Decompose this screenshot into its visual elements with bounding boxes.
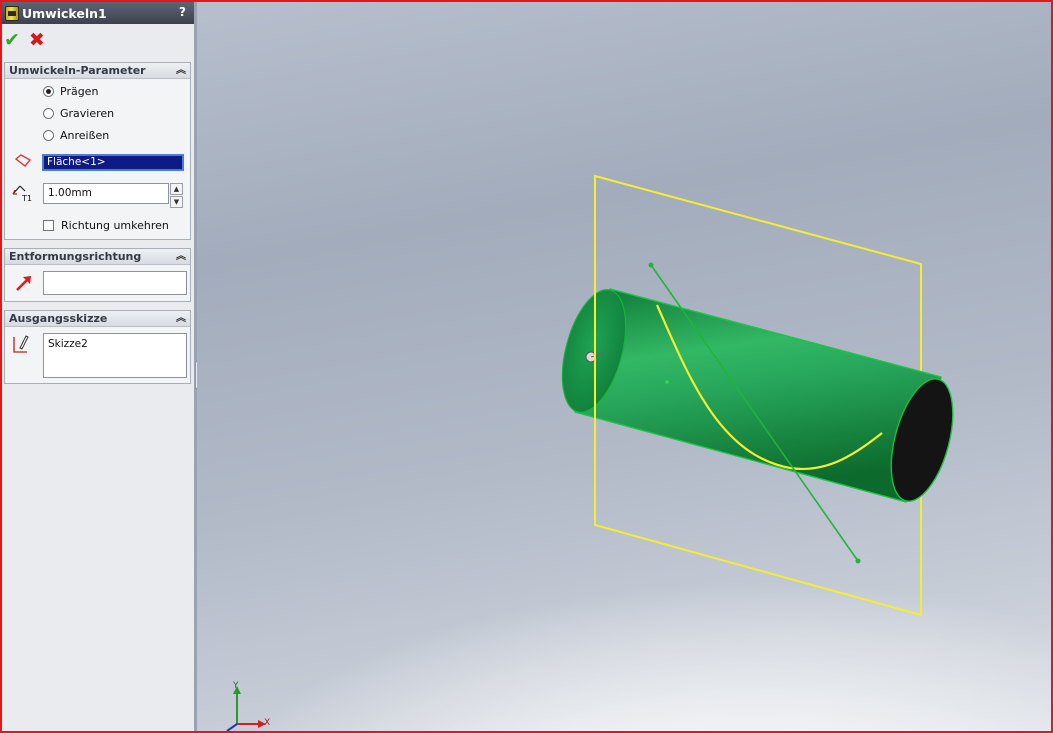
depth-input[interactable]: 1.00mm	[43, 183, 169, 204]
source-sketch-item[interactable]: Skizze2	[48, 338, 88, 350]
radio-deboss[interactable]	[43, 108, 54, 119]
option-scribe[interactable]: Anreißen	[43, 129, 109, 142]
ok-cancel-bar: ✔ ✖	[4, 30, 45, 50]
collapse-chevron-icon[interactable]: ︽	[176, 311, 186, 326]
option-deboss[interactable]: Gravieren	[43, 107, 114, 120]
option-emboss[interactable]: Prägen	[43, 85, 98, 98]
view-triad	[226, 686, 266, 731]
option-emboss-label: Prägen	[60, 85, 99, 98]
reverse-direction-label: Richtung umkehren	[61, 219, 169, 232]
pull-direction-header[interactable]: Entformungsrichtung ︽	[5, 249, 190, 265]
direction-arrow-icon	[16, 276, 31, 291]
triad-y-label: Y	[233, 681, 239, 691]
face-selection-box[interactable]: Fläche<1>	[42, 154, 184, 171]
source-sketch-header[interactable]: Ausgangsskizze ︽	[5, 311, 190, 327]
depth-spinner[interactable]: ▲ ▼	[170, 183, 184, 209]
triad-x-label: X	[264, 718, 271, 728]
origin-point	[665, 380, 669, 384]
line-endpoint[interactable]	[648, 262, 654, 268]
property-manager-panel: Umwickeln1 ? ✔ ✖ Umwickeln-Parameter ︽ P…	[2, 2, 194, 731]
spin-up-icon[interactable]: ▲	[170, 183, 183, 195]
pull-direction-title: Entformungsrichtung	[9, 250, 142, 263]
collapse-chevron-icon[interactable]: ︽	[176, 249, 186, 264]
pull-direction-group: Entformungsrichtung ︽	[4, 248, 191, 302]
property-manager-title-bar: Umwickeln1 ?	[2, 2, 194, 24]
depth-distance-icon: T1	[12, 185, 32, 202]
reverse-direction-option[interactable]: Richtung umkehren	[43, 219, 169, 232]
source-sketch-title: Ausgangsskizze	[9, 312, 108, 325]
ok-button[interactable]: ✔	[4, 30, 20, 50]
wrap-parameters-header[interactable]: Umwickeln-Parameter ︽	[5, 63, 190, 79]
sketch-icon	[13, 335, 29, 353]
source-sketch-group: Ausgangsskizze ︽ Skizze2	[4, 310, 191, 384]
wrap-parameters-group: Umwickeln-Parameter ︽ Prägen Gravieren A…	[4, 62, 191, 240]
svg-text:T1: T1	[21, 194, 32, 202]
cylinder-body[interactable]	[574, 288, 942, 503]
pull-direction-field[interactable]	[43, 271, 187, 295]
option-deboss-label: Gravieren	[60, 107, 115, 120]
face-selection-item[interactable]: Fläche<1>	[44, 156, 182, 169]
line-endpoint[interactable]	[855, 558, 861, 564]
face-selection-icon	[15, 154, 31, 167]
cancel-button[interactable]: ✖	[29, 30, 45, 50]
collapse-chevron-icon[interactable]: ︽	[176, 63, 186, 78]
wrap-feature-icon	[5, 5, 19, 21]
model-scene	[226, 174, 954, 731]
graphics-viewport[interactable]: Y X	[197, 2, 1051, 731]
option-scribe-label: Anreißen	[60, 129, 110, 142]
help-button[interactable]: ?	[179, 5, 186, 19]
radio-emboss[interactable]	[43, 86, 54, 97]
wrap-parameters-title: Umwickeln-Parameter	[9, 64, 146, 77]
source-sketch-field[interactable]: Skizze2	[43, 333, 187, 378]
radio-scribe[interactable]	[43, 130, 54, 141]
feature-title: Umwickeln1	[22, 5, 107, 21]
spin-down-icon[interactable]: ▼	[170, 196, 183, 208]
reverse-direction-checkbox[interactable]	[43, 220, 54, 231]
